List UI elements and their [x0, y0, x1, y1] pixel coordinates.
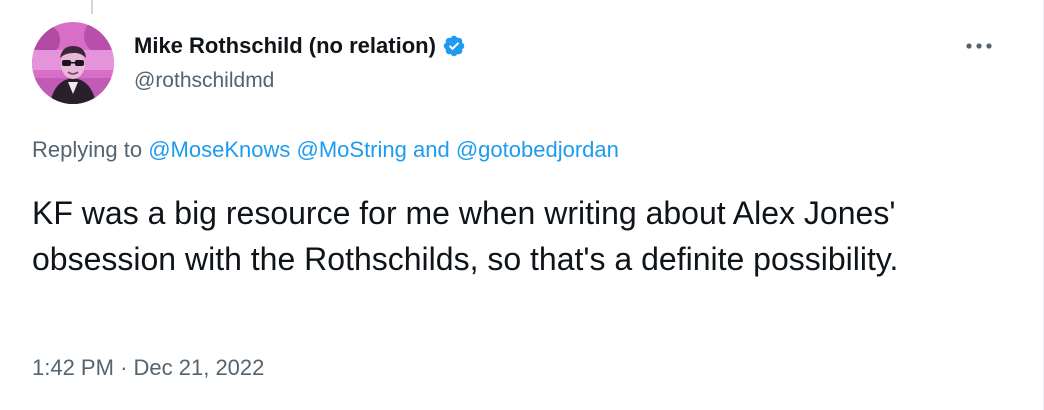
verified-badge-icon [442, 34, 466, 58]
avatar[interactable] [32, 22, 114, 104]
mention-link[interactable]: @MoseKnows [148, 137, 290, 162]
mention-separator: and [413, 137, 450, 162]
thread-connector-line [91, 0, 93, 14]
tweet-text: KF was a big resource for me when writin… [32, 195, 899, 277]
replying-to-line: Replying to @MoseKnows @MoString and @go… [32, 137, 619, 163]
mention-link[interactable]: @gotobedjordan [456, 137, 619, 162]
tweet-date[interactable]: Dec 21, 2022 [134, 355, 265, 380]
more-options-icon[interactable] [962, 34, 996, 58]
tweet-time[interactable]: 1:42 PM [32, 355, 114, 380]
avatar-image [32, 22, 114, 104]
author-name-row: Mike Rothschild (no relation) [134, 31, 466, 61]
replying-to-label: Replying to [32, 137, 143, 162]
author-handle[interactable]: @rothschildmd [134, 69, 274, 93]
author-display-name[interactable]: Mike Rothschild (no relation) [134, 33, 436, 59]
tweet-timestamp: 1:42 PM · Dec 21, 2022 [32, 355, 264, 381]
timestamp-separator: · [120, 355, 128, 380]
mention-link[interactable]: @MoString [297, 137, 407, 162]
